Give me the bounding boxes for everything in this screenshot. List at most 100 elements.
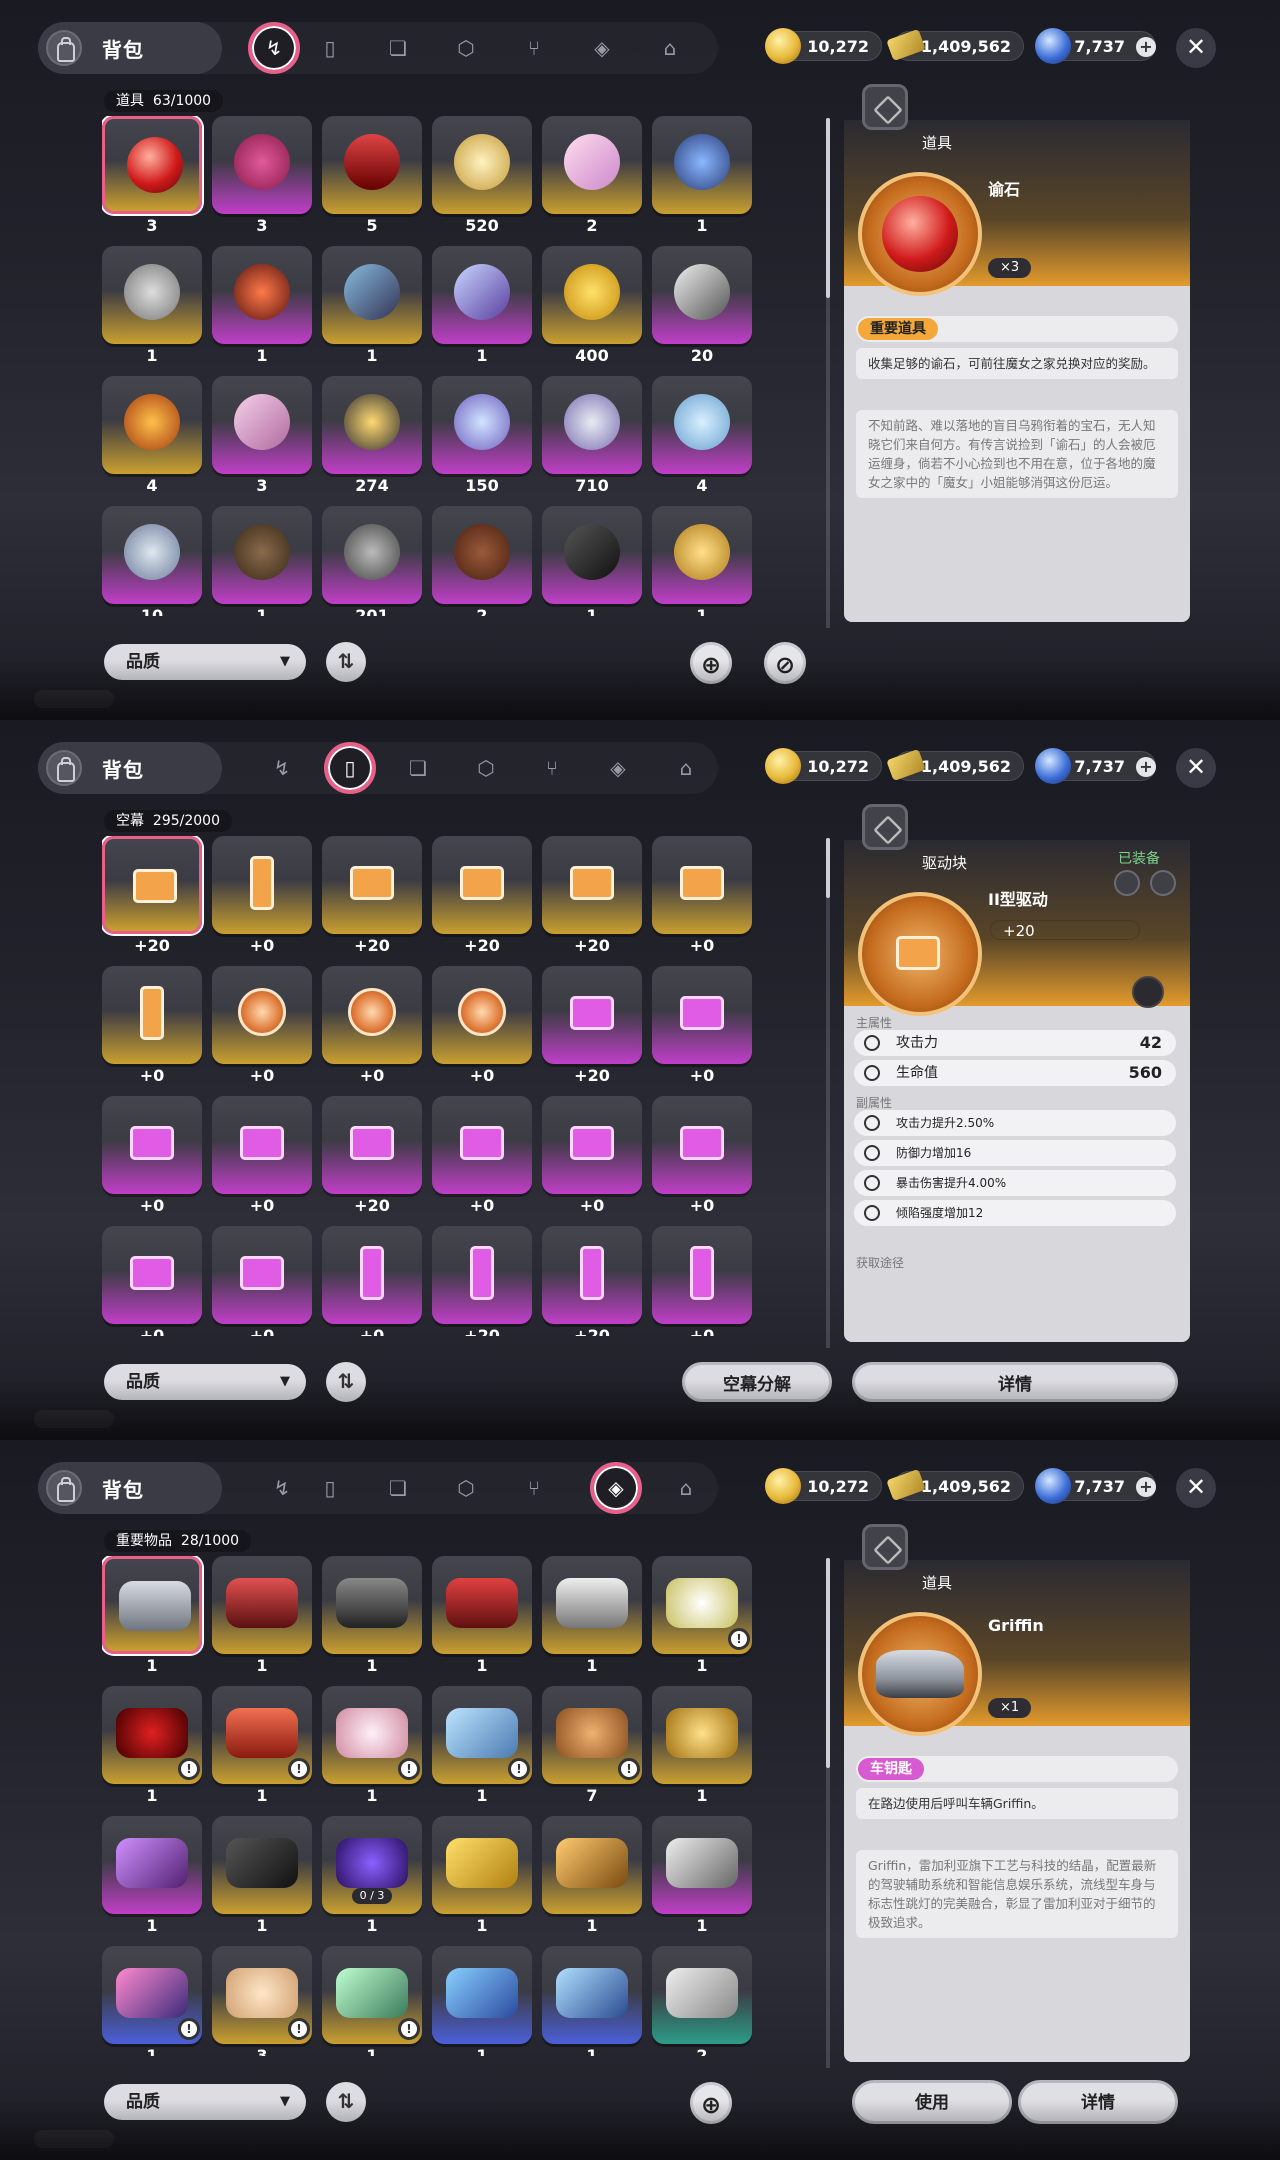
inventory-slot[interactable]: +0 [652, 966, 752, 1096]
inventory-slot[interactable]: 1 [652, 1686, 752, 1816]
inventory-slot[interactable]: 5 [322, 116, 422, 246]
tab-food[interactable]: ⑂ [534, 750, 570, 786]
quality-filter-dropdown[interactable]: 品质 ▼ [104, 2084, 306, 2120]
inventory-slot[interactable]: 274 [322, 376, 422, 506]
inventory-slot[interactable]: +0 [212, 1226, 312, 1336]
tab-cube[interactable]: ◈ [590, 1462, 642, 1514]
add-currency-button[interactable]: + [1136, 37, 1156, 57]
inventory-slot[interactable]: +20 [432, 1226, 532, 1336]
inventory-slot[interactable]: +0 [652, 836, 752, 966]
inventory-slot[interactable]: 201 [322, 506, 422, 616]
inventory-slot[interactable]: 1 [102, 246, 202, 376]
inventory-slot[interactable]: 4 [102, 376, 202, 506]
inventory-slot[interactable]: ! 1 [102, 1946, 202, 2056]
inventory-slot[interactable]: 150 [432, 376, 532, 506]
tab-home[interactable]: ⌂ [668, 1470, 704, 1506]
inventory-slot[interactable]: 520 [432, 116, 532, 246]
quality-filter-dropdown[interactable]: 品质 ▼ [104, 644, 306, 680]
grid-scrollbar[interactable] [826, 838, 830, 1348]
tab-feature[interactable]: ↯ [264, 750, 300, 786]
details-button[interactable]: 详情 [852, 1362, 1178, 1402]
tab-box[interactable]: ⬡ [468, 750, 504, 786]
add-currency-button[interactable]: + [1136, 757, 1156, 777]
inventory-slot[interactable]: 4 [652, 376, 752, 506]
tab-feature[interactable]: ↯ [248, 22, 300, 74]
tab-food[interactable]: ⑂ [516, 1470, 552, 1506]
inventory-slot[interactable]: +0 [652, 1226, 752, 1336]
inventory-slot[interactable]: +20 [542, 1226, 642, 1336]
inventory-slot[interactable]: ! 1 [322, 1946, 422, 2056]
inventory-slot[interactable]: +20 [542, 966, 642, 1096]
inventory-slot[interactable]: 400 [542, 246, 642, 376]
inventory-slot[interactable]: +0 [652, 1096, 752, 1226]
inventory-slot[interactable]: 1 [432, 1816, 532, 1946]
inventory-slot[interactable]: 1 [652, 116, 752, 246]
inventory-slot[interactable]: +0 [432, 1096, 532, 1226]
tab-book[interactable]: ❏ [380, 1470, 416, 1506]
tab-feature[interactable]: ↯ [264, 1470, 300, 1506]
inventory-slot[interactable]: +0 [542, 1096, 642, 1226]
inventory-slot[interactable]: 2 [542, 116, 642, 246]
target-button[interactable]: ⊕ [690, 2082, 732, 2124]
close-button[interactable]: ✕ [1176, 1468, 1216, 1508]
quality-filter-dropdown[interactable]: 品质 ▼ [104, 1364, 306, 1400]
tab-device[interactable]: ▯ [312, 1470, 348, 1506]
inventory-slot[interactable]: 1 [652, 1816, 752, 1946]
inventory-slot[interactable]: 3 [102, 116, 202, 246]
inventory-slot[interactable]: 1 [102, 1816, 202, 1946]
inventory-slot[interactable]: 1 [212, 246, 312, 376]
target-button[interactable]: ⊕ [690, 642, 732, 684]
character-avatar-icon[interactable] [1132, 976, 1164, 1008]
grid-scrollbar[interactable] [826, 1558, 830, 2068]
inventory-slot[interactable]: +0 [212, 836, 312, 966]
inventory-slot[interactable]: +0 [102, 966, 202, 1096]
inventory-slot[interactable]: 1 [212, 1816, 312, 1946]
inventory-slot[interactable]: +20 [322, 836, 422, 966]
inventory-slot[interactable]: 3 [212, 376, 312, 506]
inventory-slot[interactable]: 3 [212, 116, 312, 246]
inventory-slot[interactable]: +0 [102, 1096, 202, 1226]
inventory-slot[interactable]: 1 [432, 246, 532, 376]
inventory-slot[interactable]: +0 [322, 966, 422, 1096]
inventory-slot[interactable]: ! 3 [212, 1946, 312, 2056]
inventory-slot[interactable]: 1 [102, 1556, 202, 1686]
inventory-slot[interactable]: 1 [652, 506, 752, 616]
inventory-slot[interactable]: 1 [542, 506, 642, 616]
inventory-slot[interactable]: 1 [542, 1556, 642, 1686]
inventory-slot[interactable]: 0 / 3 1 [322, 1816, 422, 1946]
tab-food[interactable]: ⑂ [516, 30, 552, 66]
trash-icon[interactable] [1114, 870, 1140, 896]
inventory-slot[interactable]: ! 1 [212, 1686, 312, 1816]
inventory-slot[interactable]: +0 [212, 1096, 312, 1226]
inventory-slot[interactable]: ! 1 [102, 1686, 202, 1816]
inventory-slot[interactable]: +0 [322, 1226, 422, 1336]
inventory-slot[interactable]: ! 7 [542, 1686, 642, 1816]
inventory-slot[interactable]: 2 [432, 506, 532, 616]
inventory-slot[interactable]: 1 [212, 506, 312, 616]
tab-box[interactable]: ⬡ [448, 30, 484, 66]
lock-icon[interactable] [1150, 870, 1176, 896]
close-button[interactable]: ✕ [1176, 28, 1216, 68]
sort-button[interactable]: ⇅ [326, 2082, 366, 2122]
grid-scrollbar[interactable] [826, 118, 830, 628]
add-currency-button[interactable]: + [1136, 1477, 1156, 1497]
inventory-slot[interactable]: +0 [432, 966, 532, 1096]
inventory-slot[interactable]: +20 [432, 836, 532, 966]
tab-box[interactable]: ⬡ [448, 1470, 484, 1506]
inventory-slot[interactable]: ! 1 [322, 1686, 422, 1816]
inventory-slot[interactable]: 10 [102, 506, 202, 616]
inventory-slot[interactable]: +0 [212, 966, 312, 1096]
inventory-slot[interactable]: 20 [652, 246, 752, 376]
inventory-slot[interactable]: 1 [322, 246, 422, 376]
inventory-slot[interactable]: 1 [212, 1556, 312, 1686]
block-button[interactable]: ⊘ [764, 642, 806, 684]
close-button[interactable]: ✕ [1176, 748, 1216, 788]
inventory-slot[interactable]: 2 [652, 1946, 752, 2056]
sort-button[interactable]: ⇅ [326, 642, 366, 682]
inventory-slot[interactable]: 1 [322, 1556, 422, 1686]
inventory-slot[interactable]: 710 [542, 376, 642, 506]
tab-book[interactable]: ❏ [400, 750, 436, 786]
tab-device[interactable]: ▯ [324, 742, 376, 794]
tab-device[interactable]: ▯ [312, 30, 348, 66]
inventory-slot[interactable]: +20 [322, 1096, 422, 1226]
